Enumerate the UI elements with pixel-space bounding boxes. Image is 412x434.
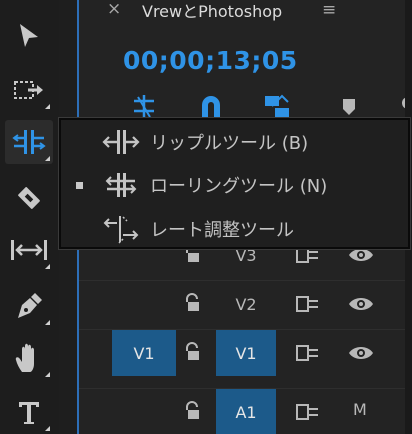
pen-tool[interactable] (5, 284, 53, 328)
tools-panel (0, 0, 59, 434)
magnet-icon (202, 96, 220, 119)
rate-stretch-icon (101, 213, 141, 245)
more-tools-indicator (45, 264, 50, 269)
rolling-edit-icon (101, 169, 141, 201)
menu-item-label: リップルツール (B) (150, 133, 309, 154)
track-name[interactable]: V2 (216, 281, 276, 327)
slip-tool[interactable] (5, 228, 53, 272)
ripple-tool-flyout-menu: リップルツール (B) ローリングツール (N) レート調整ツール (59, 118, 410, 249)
linked-selection-icon (265, 94, 289, 118)
track-row-a1: A1 M (79, 388, 412, 434)
menu-item-label: ローリングツール (N) (150, 176, 328, 197)
menu-item-rolling-tool[interactable]: ローリングツール (N) (61, 163, 408, 207)
razor-icon (18, 187, 40, 209)
more-tools-indicator (45, 426, 50, 431)
sync-lock-icon[interactable] (296, 404, 320, 424)
hand-icon (15, 343, 34, 372)
more-tools-indicator (45, 320, 50, 325)
source-patch-v1[interactable]: V1 (112, 330, 176, 376)
razor-tool[interactable] (5, 176, 53, 220)
mute-button[interactable]: M (353, 400, 367, 419)
lock-open-icon[interactable] (184, 401, 202, 425)
panel-header: × VrewとPhotoshop ≡ (79, 0, 412, 24)
selection-tool[interactable] (5, 14, 53, 58)
type-tool[interactable] (5, 390, 53, 434)
selected-bullet (76, 182, 83, 189)
menu-item-ripple-tool[interactable]: リップルツール (B) (61, 120, 408, 164)
track-row-v1: V1 V1 (79, 329, 412, 376)
menu-item-rate-stretch-tool[interactable]: レート調整ツール (61, 207, 408, 251)
track-name[interactable]: V1 (216, 330, 276, 376)
marker-icon (343, 99, 355, 115)
playhead-timecode[interactable]: 00;00;13;05 (123, 46, 298, 75)
lock-open-icon[interactable] (184, 342, 202, 366)
lock-open-icon[interactable] (184, 293, 202, 317)
ripple-edit-icon (12, 130, 46, 154)
sync-lock-icon[interactable] (296, 296, 320, 316)
more-tools-indicator (45, 156, 50, 161)
more-tools-indicator (45, 372, 50, 377)
hand-tool[interactable] (5, 336, 53, 380)
sync-lock-icon[interactable] (296, 345, 320, 365)
menu-item-label: レート調整ツール (150, 220, 294, 241)
type-icon (19, 402, 39, 424)
track-select-forward-icon (14, 81, 43, 99)
track-row-v2: V2 (79, 280, 412, 326)
more-tools-indicator (45, 104, 50, 109)
arrow-icon (20, 24, 38, 47)
slip-icon (11, 240, 47, 260)
track-select-tool[interactable] (5, 68, 53, 112)
eye-icon[interactable] (347, 344, 375, 366)
track-name[interactable]: A1 (216, 389, 276, 434)
eye-icon[interactable] (347, 295, 375, 317)
close-icon[interactable]: × (107, 0, 121, 19)
sequence-tab-title[interactable]: VrewとPhotoshop (142, 0, 282, 22)
insert-nest-icon (134, 95, 154, 119)
ripple-edit-tool[interactable] (5, 120, 53, 164)
pen-icon (18, 293, 42, 318)
panel-menu-icon[interactable]: ≡ (322, 0, 336, 20)
ripple-edit-icon (101, 126, 141, 158)
